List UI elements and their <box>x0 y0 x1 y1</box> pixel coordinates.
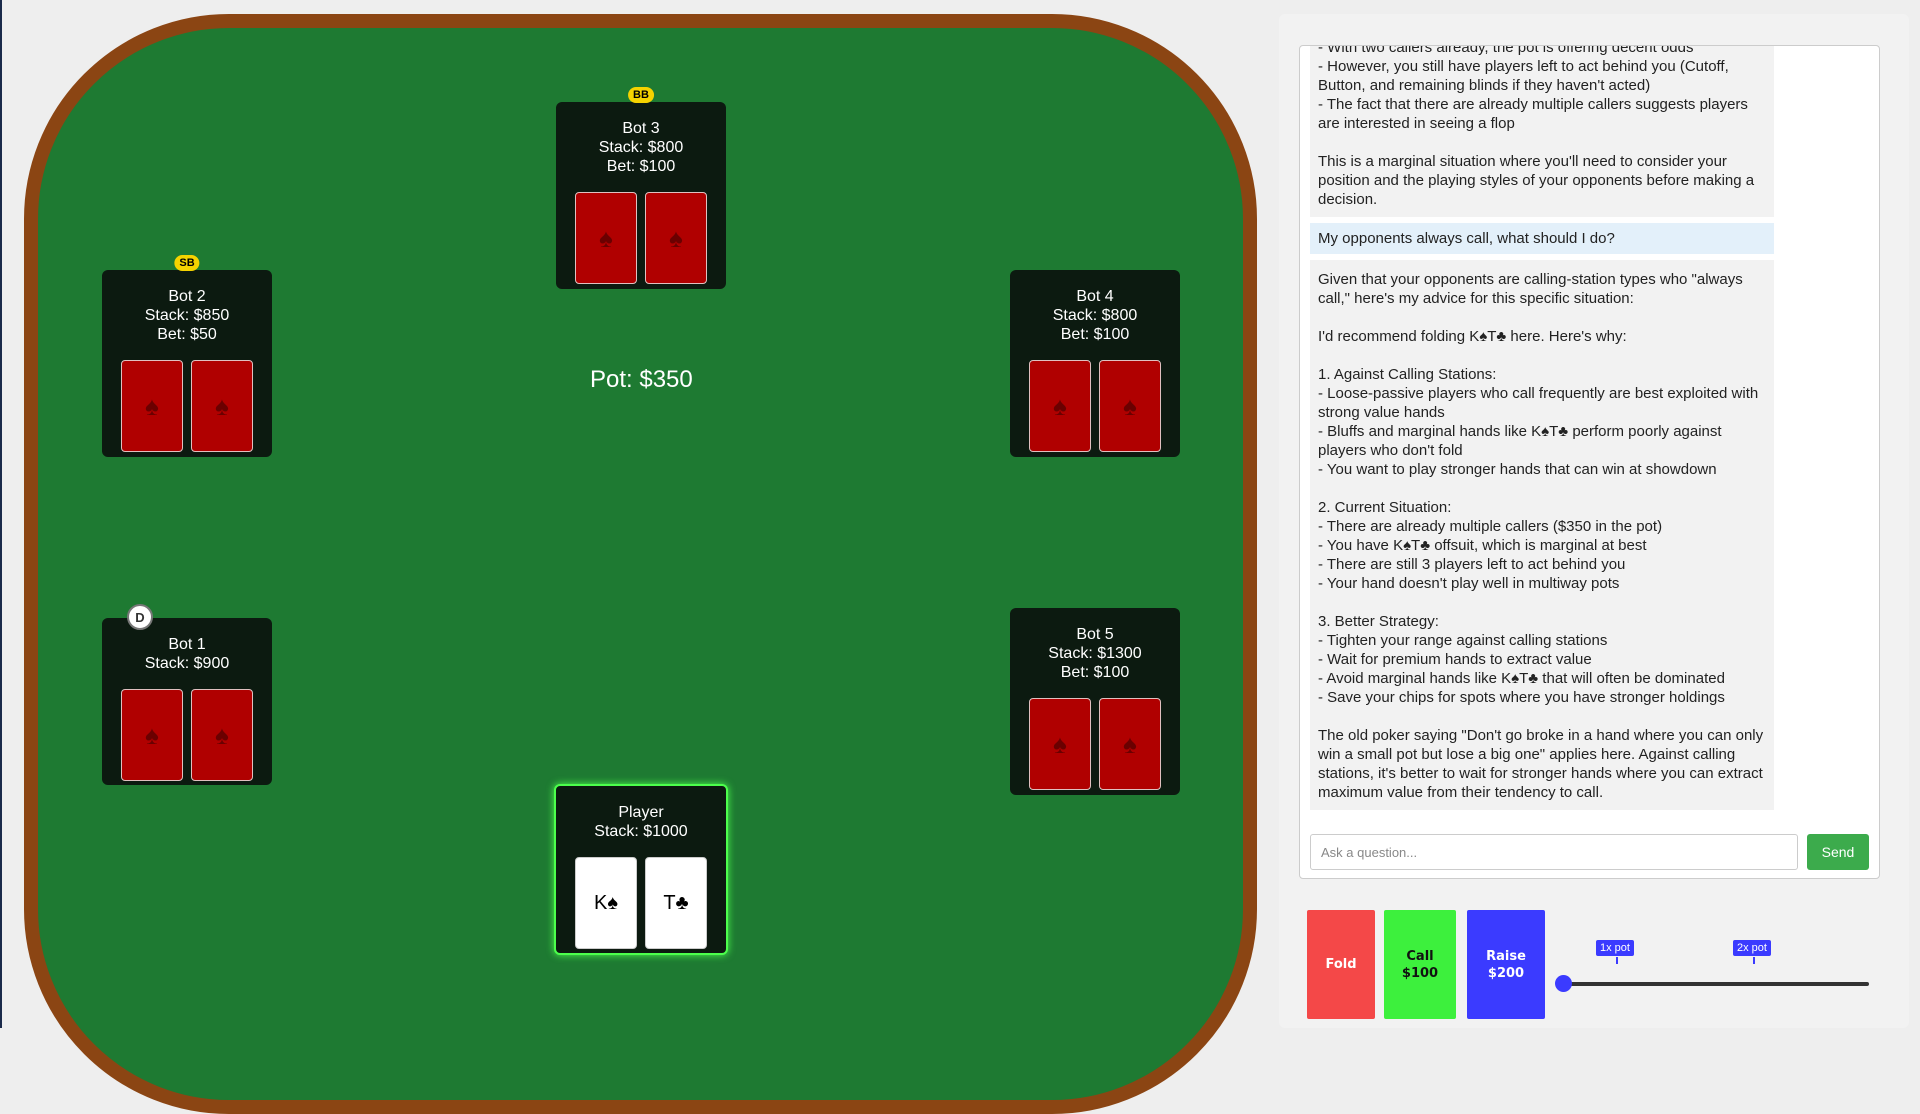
player-card-king-spades: K♠ <box>575 857 637 949</box>
seat-bot-3: BB Bot 3 Stack: $800 Bet: $100 ♠ ♠ <box>556 87 726 289</box>
card-back: ♠ <box>645 192 707 284</box>
call-amount: $100 <box>1401 965 1439 981</box>
seat-bot-5: Bot 5 Stack: $1300 Bet: $100 ♠ ♠ <box>1010 608 1180 795</box>
seat-name: Bot 4 <box>1076 288 1114 305</box>
chat-messages[interactable]: - With two callers already, the pot is o… <box>1310 46 1774 819</box>
call-button[interactable]: Call $100 <box>1384 910 1456 1019</box>
spade-icon: ♠ <box>1053 390 1067 421</box>
raise-slider-thumb[interactable] <box>1555 975 1572 992</box>
assistant-message: - With two callers already, the pot is o… <box>1310 46 1774 217</box>
spade-icon: ♠ <box>1123 390 1137 421</box>
seat-stack: Stack: $1300 <box>1048 645 1142 662</box>
spade-icon: ♠ <box>215 390 229 421</box>
raise-button[interactable]: Raise $200 <box>1467 910 1545 1019</box>
question-input[interactable] <box>1310 834 1798 870</box>
raise-slider-track[interactable] <box>1563 982 1869 986</box>
card-back: ♠ <box>1099 360 1161 452</box>
chat-box: - With two callers already, the pot is o… <box>1299 45 1880 879</box>
assistant-message: Given that your opponents are calling-st… <box>1310 260 1774 810</box>
spade-icon: ♠ <box>145 719 159 750</box>
card-back: ♠ <box>1099 698 1161 790</box>
spade-icon: ♠ <box>669 222 683 253</box>
seat-bot-1: D Bot 1 Stack: $900 ♠ ♠ <box>102 604 272 785</box>
slider-marker-1x-pot[interactable]: 1x pot <box>1596 940 1634 956</box>
seat-player: Player Stack: $1000 K♠ T♣ <box>554 784 728 955</box>
seat-stack: Stack: $800 <box>1052 307 1138 324</box>
card-back: ♠ <box>121 689 183 781</box>
seat-name: Bot 3 <box>622 120 660 137</box>
seat-bot-2: SB Bot 2 Stack: $850 Bet: $50 ♠ ♠ <box>102 255 272 457</box>
seat-bet: Bet: $50 <box>157 326 217 343</box>
spade-icon: ♠ <box>599 222 613 253</box>
card-back: ♠ <box>191 360 253 452</box>
fold-label: Fold <box>1325 957 1357 972</box>
dealer-button: D <box>127 604 153 630</box>
seat-bet: Bet: $100 <box>1060 664 1130 681</box>
seat-bot-4: Bot 4 Stack: $800 Bet: $100 ♠ ♠ <box>1010 270 1180 457</box>
small-blind-badge: SB <box>174 255 200 271</box>
card-back: ♠ <box>1029 698 1091 790</box>
seat-name: Bot 2 <box>168 288 206 305</box>
player-card-ten-clubs: T♣ <box>645 857 707 949</box>
spade-icon: ♠ <box>1123 728 1137 759</box>
card-back: ♠ <box>575 192 637 284</box>
seat-name: Player <box>618 804 664 821</box>
seat-name: Bot 5 <box>1076 626 1114 643</box>
seat-bet: Bet: $100 <box>1060 326 1130 343</box>
seat-name: Bot 1 <box>168 636 206 653</box>
seat-stack: Stack: $900 <box>144 655 230 672</box>
seat-stack: Stack: $1000 <box>594 823 688 840</box>
spade-icon: ♠ <box>145 390 159 421</box>
slider-marker-2x-pot[interactable]: 2x pot <box>1733 940 1771 956</box>
card-back: ♠ <box>1029 360 1091 452</box>
pot-amount: Pot: $350 <box>590 366 693 393</box>
spade-icon: ♠ <box>215 719 229 750</box>
card-back: ♠ <box>121 360 183 452</box>
raise-amount: $200 <box>1487 965 1525 981</box>
card-back: ♠ <box>191 689 253 781</box>
spade-icon: ♠ <box>1053 728 1067 759</box>
slider-tick <box>1753 957 1755 964</box>
send-button[interactable]: Send <box>1807 834 1869 870</box>
seat-bet: Bet: $100 <box>606 158 676 175</box>
user-message: My opponents always call, what should I … <box>1310 223 1774 254</box>
seat-stack: Stack: $850 <box>144 307 230 324</box>
seat-stack: Stack: $800 <box>598 139 684 156</box>
fold-button[interactable]: Fold <box>1307 910 1375 1019</box>
call-label: Call <box>1406 948 1434 964</box>
slider-tick <box>1616 957 1618 964</box>
big-blind-badge: BB <box>628 87 654 103</box>
raise-label: Raise <box>1486 948 1526 964</box>
